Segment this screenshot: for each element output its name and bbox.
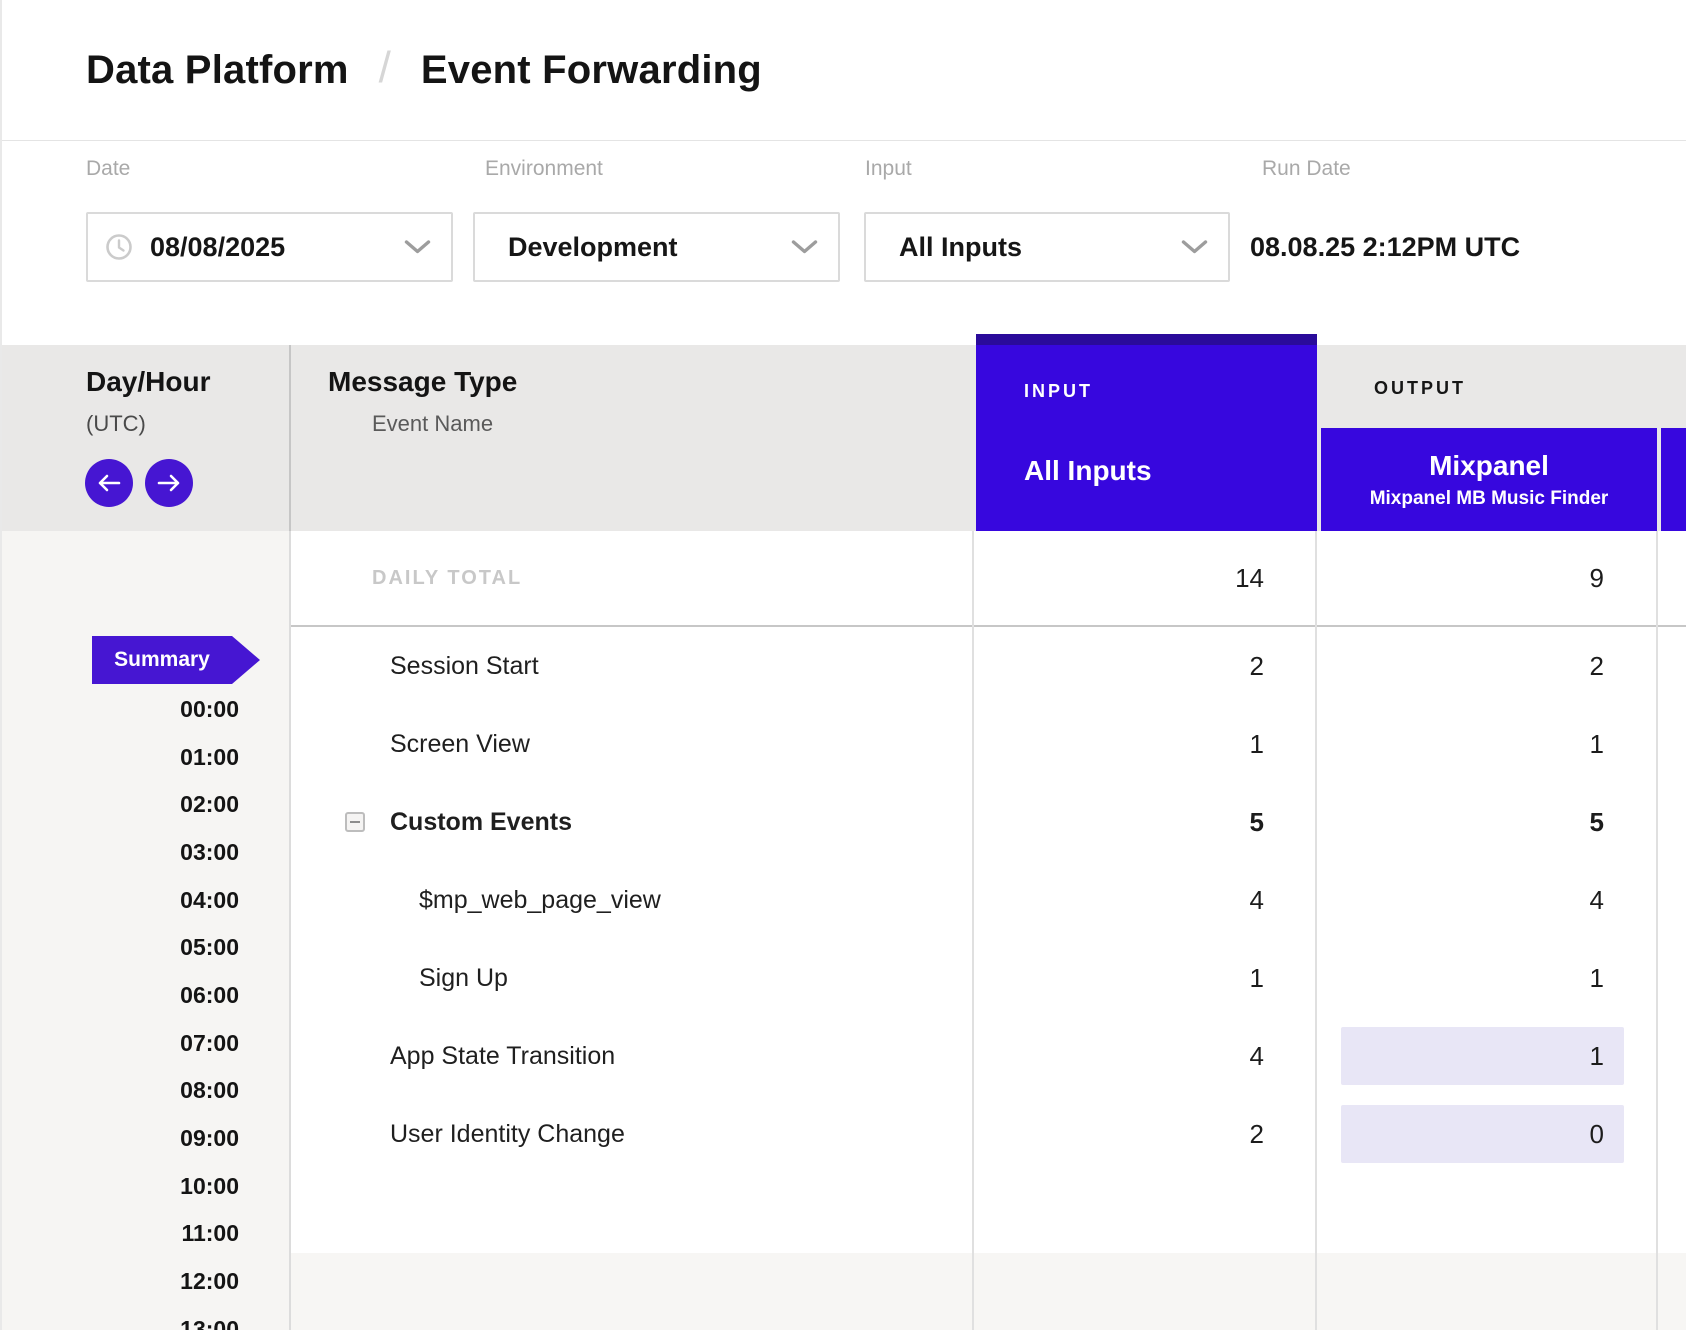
day-hour-column-title: Day/Hour	[86, 366, 210, 398]
input-column-header: INPUT All Inputs	[976, 334, 1317, 531]
hour-item-09[interactable]: 09:00	[2, 1125, 239, 1152]
filter-bar: Date Environment Input Run Date 08/08/20…	[2, 141, 1686, 345]
event-name-column-subtitle: Event Name	[372, 411, 493, 437]
column-divider	[1656, 531, 1658, 1330]
hour-item-13[interactable]: 13:00	[2, 1316, 239, 1330]
hour-item-04[interactable]: 04:00	[2, 887, 239, 914]
output-column-header-mixpanel: Mixpanel Mixpanel MB Music Finder	[1321, 428, 1657, 531]
date-select[interactable]: 08/08/2025	[86, 212, 453, 282]
table-row: Session Start 2 2	[290, 627, 1686, 705]
input-count: 2	[973, 627, 1264, 705]
chevron-down-icon	[1181, 240, 1208, 255]
breadcrumb-separator: /	[379, 43, 391, 93]
arrow-right-icon	[156, 473, 182, 493]
output-column-title: Mixpanel	[1321, 450, 1657, 482]
sidebar-divider	[289, 345, 291, 531]
input-select-value: All Inputs	[899, 232, 1022, 263]
arrow-left-icon	[96, 473, 122, 493]
input-count: 4	[973, 1017, 1264, 1095]
message-type-column-title: Message Type	[328, 366, 517, 398]
environment-filter-label: Environment	[485, 157, 603, 181]
column-divider	[1315, 531, 1317, 1330]
collapse-toggle-icon[interactable]	[345, 812, 365, 832]
summary-badge-arrow	[232, 636, 260, 684]
chevron-down-icon	[404, 240, 431, 255]
table-row: Screen View 1 1	[290, 705, 1686, 783]
event-label: Sign Up	[419, 939, 508, 1017]
input-count: 1	[973, 705, 1264, 783]
output-count: 0	[1317, 1095, 1604, 1173]
output-count: 1	[1317, 1017, 1604, 1095]
table-row: $mp_web_page_view 4 4	[290, 861, 1686, 939]
hour-item-00[interactable]: 00:00	[2, 696, 239, 723]
table-row: Sign Up 1 1	[290, 939, 1686, 1017]
environment-select[interactable]: Development	[473, 212, 840, 282]
daily-total-output-value: 9	[1317, 531, 1604, 625]
input-column-title: All Inputs	[1024, 455, 1152, 487]
chevron-down-icon	[791, 240, 818, 255]
hour-item-07[interactable]: 07:00	[2, 1030, 239, 1057]
run-date-label: Run Date	[1262, 157, 1351, 181]
column-divider	[972, 531, 974, 1330]
output-count: 4	[1317, 861, 1604, 939]
breadcrumb-section[interactable]: Data Platform	[86, 48, 349, 93]
table-row: App State Transition 4 1	[290, 1017, 1686, 1095]
clock-icon	[105, 233, 133, 261]
input-section-label: INPUT	[1024, 381, 1093, 402]
event-label: App State Transition	[390, 1017, 615, 1095]
input-filter-label: Input	[865, 157, 912, 181]
hour-item-08[interactable]: 08:00	[2, 1077, 239, 1104]
output-section-label: OUTPUT	[1374, 378, 1466, 399]
next-day-button[interactable]	[145, 459, 193, 507]
input-count: 2	[973, 1095, 1264, 1173]
run-date-value: 08.08.25 2:12PM UTC	[1250, 212, 1520, 282]
daily-total-input-value: 14	[973, 531, 1264, 625]
hour-item-02[interactable]: 02:00	[2, 791, 239, 818]
event-label: User Identity Change	[390, 1095, 625, 1173]
table-row: User Identity Change 2 0	[290, 1095, 1686, 1173]
output-count: 2	[1317, 627, 1604, 705]
hour-item-06[interactable]: 06:00	[2, 982, 239, 1009]
summary-row-label: Summary	[92, 636, 232, 684]
hour-item-12[interactable]: 12:00	[2, 1268, 239, 1295]
event-forwarding-page: Data Platform / Event Forwarding Date En…	[0, 0, 1686, 1330]
date-filter-label: Date	[86, 157, 130, 181]
table-row: Custom Events 5 5	[290, 783, 1686, 861]
input-count: 1	[973, 939, 1264, 1017]
output-count: 5	[1317, 783, 1604, 861]
output-count: 1	[1317, 939, 1604, 1017]
previous-day-button[interactable]	[85, 459, 133, 507]
input-count: 5	[973, 783, 1264, 861]
event-label: Screen View	[390, 705, 530, 783]
hour-item-10[interactable]: 10:00	[2, 1173, 239, 1200]
input-column-header-accent-strip	[976, 334, 1317, 345]
hour-item-01[interactable]: 01:00	[2, 744, 239, 771]
day-hour-column-subtitle: (UTC)	[86, 411, 146, 437]
output-column-header-partial	[1661, 428, 1686, 531]
hour-item-03[interactable]: 03:00	[2, 839, 239, 866]
table-footer-band	[290, 1253, 1686, 1330]
daily-total-label: DAILY TOTAL	[372, 531, 522, 625]
event-label: $mp_web_page_view	[419, 861, 661, 939]
date-select-value: 08/08/2025	[150, 232, 285, 263]
event-label: Custom Events	[390, 783, 572, 861]
input-count: 4	[973, 861, 1264, 939]
environment-select-value: Development	[508, 232, 678, 263]
output-column-subtitle: Mixpanel MB Music Finder	[1321, 488, 1657, 510]
sidebar-divider	[289, 531, 291, 1330]
hour-item-11[interactable]: 11:00	[2, 1220, 239, 1247]
page-title: Event Forwarding	[421, 48, 762, 93]
output-count: 1	[1317, 705, 1604, 783]
daily-total-row: DAILY TOTAL 14 9	[290, 531, 1686, 627]
event-label: Session Start	[390, 627, 539, 705]
hour-item-05[interactable]: 05:00	[2, 934, 239, 961]
breadcrumb: Data Platform / Event Forwarding	[2, 0, 1686, 141]
input-select[interactable]: All Inputs	[864, 212, 1230, 282]
